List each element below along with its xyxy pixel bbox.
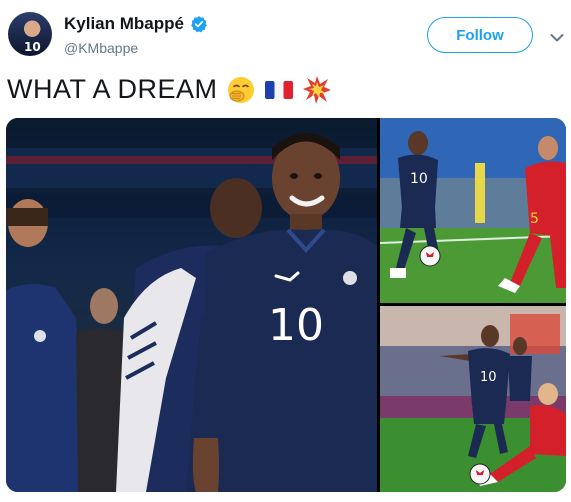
photo-top-right[interactable]: 10 5 xyxy=(380,118,566,303)
main-jersey-number: 10 xyxy=(268,300,324,351)
user-handle[interactable]: @KMbappe xyxy=(64,40,138,56)
display-name[interactable]: Kylian Mbappé xyxy=(64,14,184,34)
tweet-text: WHAT A DREAM xyxy=(7,74,218,104)
follow-button[interactable]: Follow xyxy=(427,17,533,53)
hand-over-mouth-emoji-icon xyxy=(226,75,256,105)
avatar-jersey-number: 10 xyxy=(24,40,41,54)
tweet-body: WHAT A DREAM xyxy=(7,74,332,105)
author-name-row: Kylian Mbappé xyxy=(64,14,208,34)
france-flag-emoji-icon xyxy=(264,75,294,105)
verified-badge-icon xyxy=(190,15,208,33)
avatar[interactable]: 10 xyxy=(8,12,52,56)
tweet-card: 10 Kylian Mbappé @KMbappe Follow WHAT A … xyxy=(0,0,571,502)
opponent-jersey-number: 5 xyxy=(530,211,539,227)
photo-bottom-right[interactable]: 10 xyxy=(380,306,566,492)
media-grid: 10 10 5 10 xyxy=(6,118,566,492)
chevron-down-icon[interactable] xyxy=(550,30,564,42)
top-right-jersey-number: 10 xyxy=(410,171,428,187)
collision-emoji-icon xyxy=(302,75,332,105)
bottom-right-jersey-number: 10 xyxy=(480,370,497,385)
photo-main[interactable]: 10 xyxy=(6,118,377,492)
